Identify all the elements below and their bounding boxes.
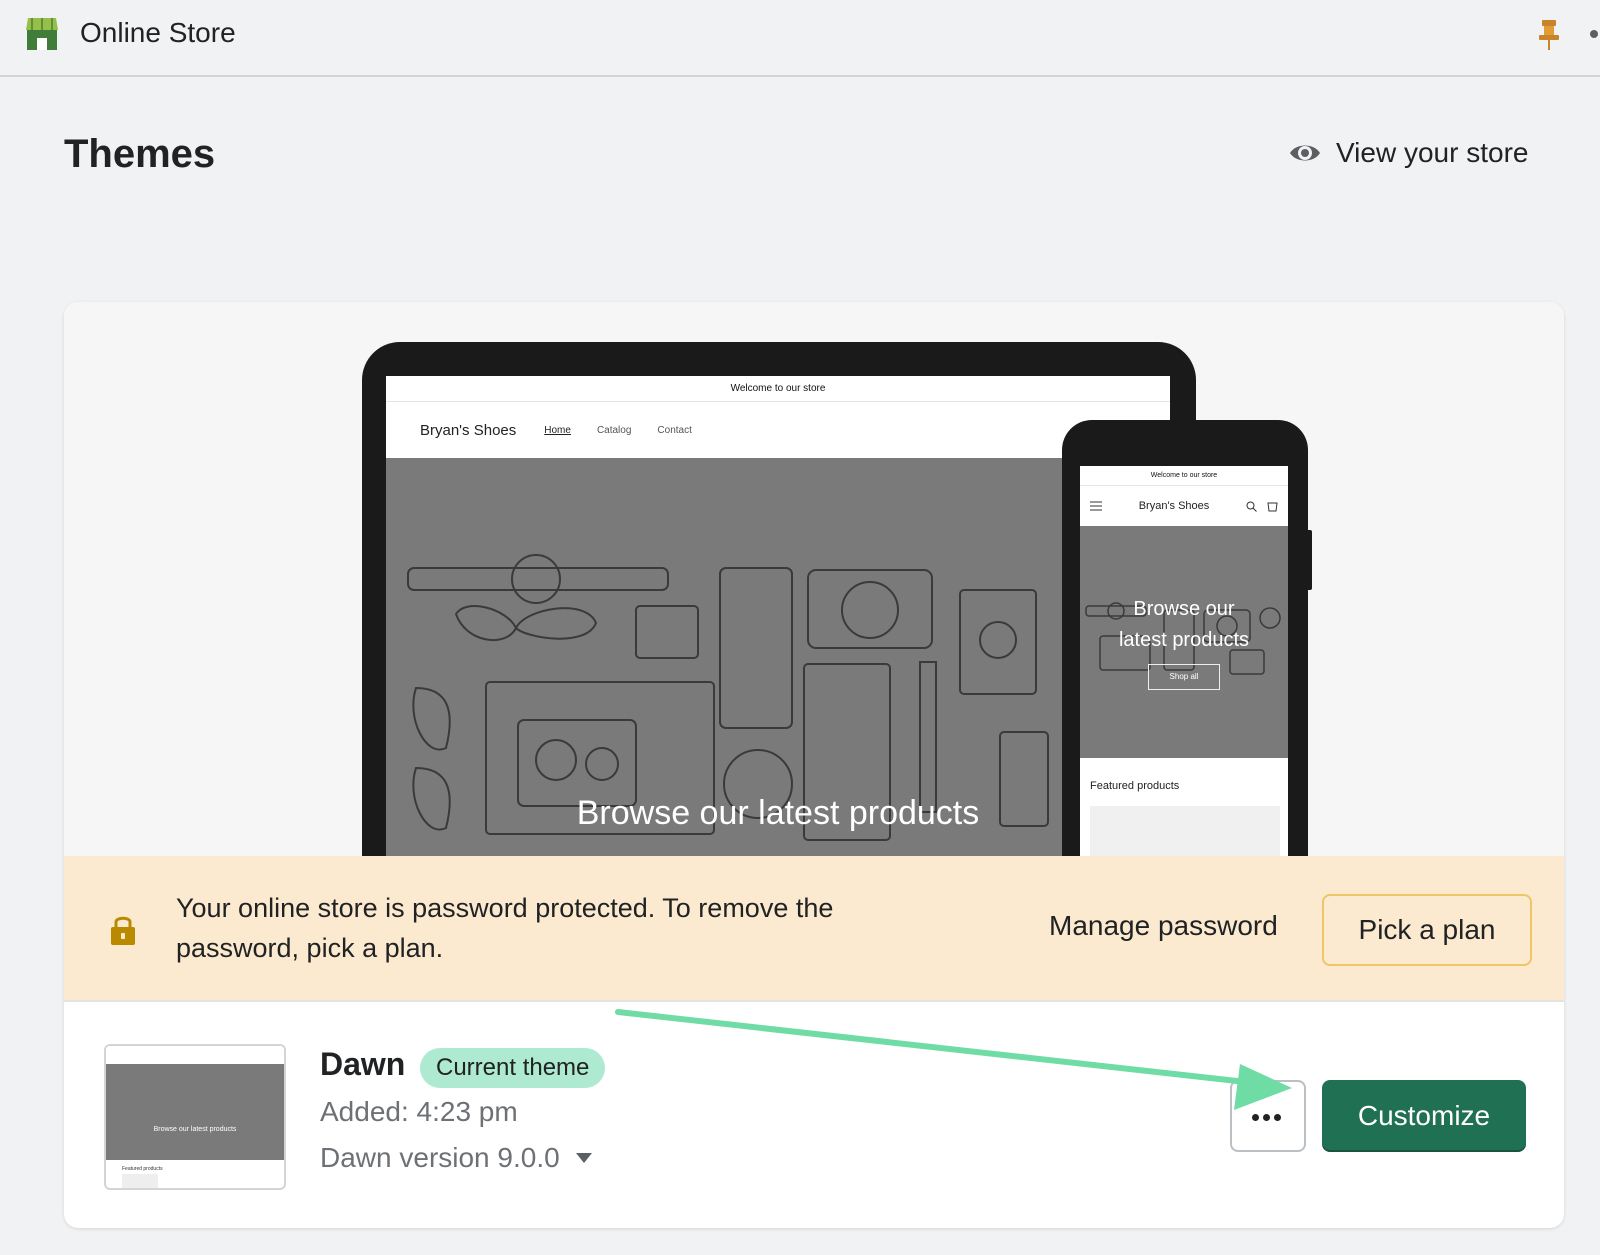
- phone-screen: Welcome to our store Bryan's Shoes Brows…: [1080, 466, 1288, 856]
- top-bar: Online Store: [0, 0, 1600, 77]
- password-banner: Your online store is password protected.…: [64, 856, 1564, 1002]
- pin-icon[interactable]: [1536, 18, 1562, 52]
- page-title: Themes: [64, 132, 216, 176]
- phone-hero-heading: Browse our latest products: [1080, 594, 1288, 656]
- current-theme-badge: Current theme: [420, 1048, 606, 1088]
- phone-nav: Bryan's Shoes: [1080, 486, 1288, 526]
- theme-preview[interactable]: Welcome to our store Bryan's Shoes Home …: [64, 302, 1564, 856]
- lock-icon: [111, 916, 135, 945]
- nav-contact: Contact: [657, 424, 692, 436]
- laptop-screen: Welcome to our store Bryan's Shoes Home …: [386, 376, 1170, 856]
- thumb-product-box: [122, 1174, 158, 1188]
- phone-announcement-bar: Welcome to our store: [1080, 466, 1288, 486]
- app-title: Online Store: [80, 17, 236, 48]
- ellipsis-icon: [1252, 1114, 1285, 1121]
- theme-added-time: Added: 4:23 pm: [320, 1096, 518, 1127]
- hero-heading: Browse our latest products: [576, 794, 980, 832]
- theme-version-dropdown[interactable]: Dawn version 9.0.0: [320, 1142, 592, 1174]
- caret-down-icon: [575, 1153, 592, 1163]
- store-nav: Bryan's Shoes Home Catalog Contact: [386, 402, 1170, 458]
- hamburger-icon: [1090, 501, 1102, 511]
- theme-thumbnail[interactable]: Browse our latest products Featured prod…: [104, 1044, 286, 1190]
- theme-version-label: Dawn version 9.0.0: [320, 1142, 560, 1173]
- phone-shop-all-button: Shop all: [1148, 664, 1220, 690]
- theme-name: Dawn: [320, 1046, 406, 1082]
- thumb-featured: Featured products: [122, 1166, 163, 1172]
- store-icon: [26, 18, 58, 50]
- eye-icon: [1290, 145, 1320, 161]
- current-theme-card: Welcome to our store Bryan's Shoes Home …: [64, 302, 1564, 1228]
- customize-button[interactable]: Customize: [1322, 1080, 1526, 1152]
- manage-password-link[interactable]: Manage password: [1049, 910, 1278, 942]
- phone-mockup: Welcome to our store Bryan's Shoes Brows…: [1062, 420, 1308, 856]
- password-message: Your online store is password protected.…: [176, 893, 834, 963]
- view-store-link[interactable]: View your store: [1288, 133, 1528, 173]
- announcement-bar: Welcome to our store: [386, 376, 1170, 402]
- phone-hero: Browse our latest products Shop all: [1080, 526, 1288, 758]
- more-actions-button[interactable]: [1230, 1080, 1306, 1152]
- more-menu-dot[interactable]: [1590, 30, 1598, 38]
- hero-banner: Browse our latest products: [386, 458, 1170, 856]
- search-icon: [1246, 501, 1257, 512]
- nav-home: Home: [544, 424, 571, 436]
- phone-brand: Bryan's Shoes: [1138, 500, 1210, 512]
- nav-catalog: Catalog: [596, 424, 632, 436]
- store-brand: Bryan's Shoes: [420, 421, 517, 439]
- thumb-hero-text: Browse our latest products: [153, 1126, 237, 1133]
- thumb-hero: [106, 1064, 284, 1160]
- pick-plan-button[interactable]: Pick a plan: [1322, 894, 1532, 966]
- featured-product-placeholder: [1090, 806, 1280, 856]
- thumb-nav: [106, 1046, 284, 1064]
- featured-products-heading: Featured products: [1090, 780, 1180, 792]
- view-store-label: View your store: [1336, 137, 1529, 168]
- cart-icon: [1267, 502, 1278, 511]
- phone-hero-line-1: Browse our: [1133, 598, 1235, 620]
- phone-hero-line-2: latest products: [1118, 629, 1250, 651]
